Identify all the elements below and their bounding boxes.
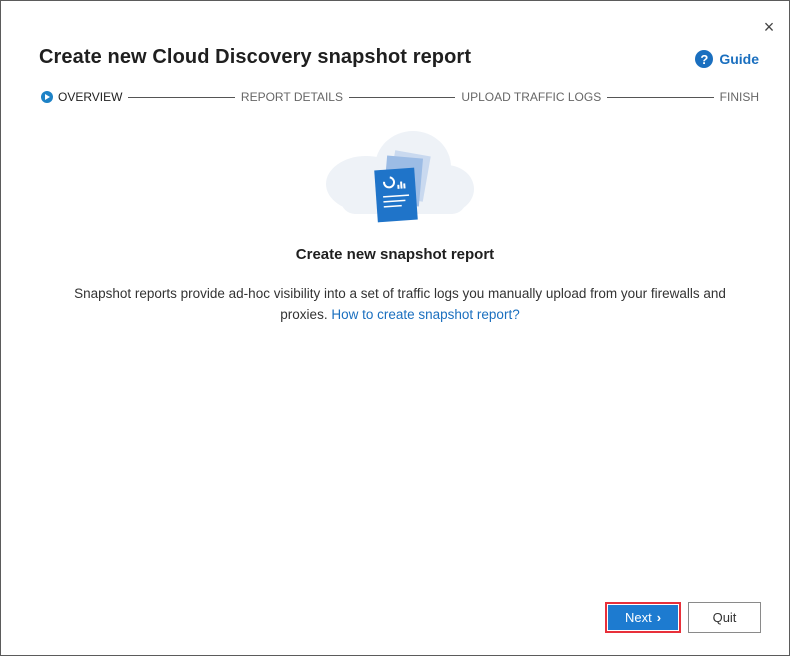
step-connector xyxy=(348,96,456,98)
step-report-details[interactable]: REPORT DETAILS xyxy=(241,90,343,104)
content-description: Snapshot reports provide ad-hoc visibili… xyxy=(51,283,749,325)
help-circle-icon: ? xyxy=(695,50,714,68)
step-overview[interactable]: OVERVIEW xyxy=(41,90,122,104)
content-heading: Create new snapshot report xyxy=(295,246,495,263)
chevron-right-icon: › xyxy=(656,610,662,625)
quit-button[interactable]: Quit xyxy=(688,602,761,633)
step-label: UPLOAD TRAFFIC LOGS xyxy=(461,90,602,104)
step-label: OVERVIEW xyxy=(58,90,123,104)
play-circle-icon xyxy=(41,91,53,103)
quit-label: Quit xyxy=(712,610,737,625)
step-connector xyxy=(607,96,714,98)
cloud-report-illustration xyxy=(326,131,474,223)
step-upload-traffic-logs[interactable]: UPLOAD TRAFFIC LOGS xyxy=(461,90,601,104)
guide-label: Guide xyxy=(719,51,759,67)
snapshot-report-dialog: × Create new Cloud Discovery snapshot re… xyxy=(0,0,790,656)
dialog-title: Create new Cloud Discovery snapshot repo… xyxy=(39,46,472,68)
how-to-link[interactable]: How to create snapshot report? xyxy=(331,307,519,322)
step-connector xyxy=(128,96,235,98)
wizard-stepper: OVERVIEW REPORT DETAILS UPLOAD TRAFFIC L… xyxy=(41,89,759,105)
guide-link[interactable]: ? Guide xyxy=(695,50,759,68)
next-label: Next xyxy=(624,610,652,625)
step-label: FINISH xyxy=(719,90,760,104)
step-finish[interactable]: FINISH xyxy=(720,90,759,104)
step-label: REPORT DETAILS xyxy=(240,90,343,104)
close-icon[interactable]: × xyxy=(761,18,777,36)
next-button[interactable]: Next › xyxy=(605,602,681,633)
